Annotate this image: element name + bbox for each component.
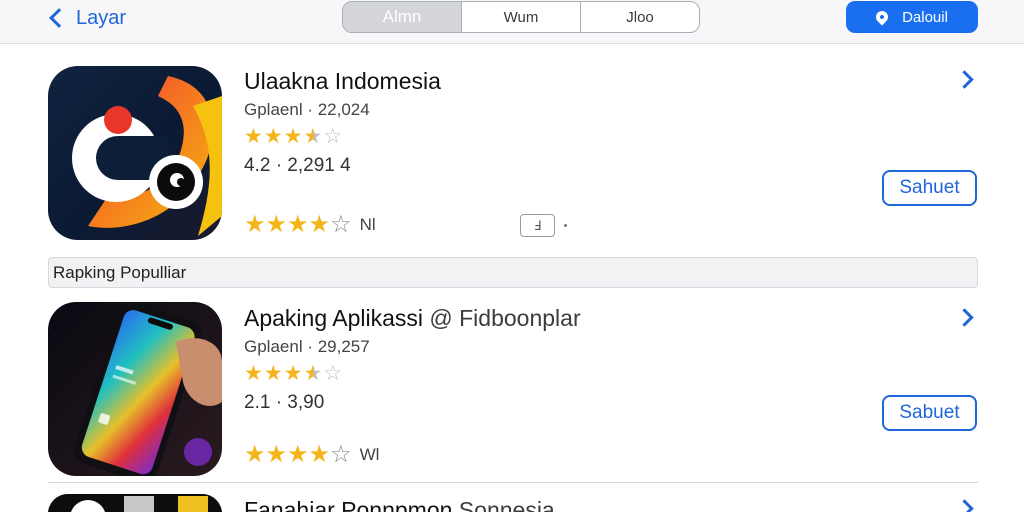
star-icon: ★ — [308, 441, 331, 468]
star-icon: ★ — [265, 211, 288, 238]
app-icon-partial[interactable] — [48, 494, 222, 512]
rating-count: Wl — [359, 445, 380, 464]
download-button[interactable]: Dalouil — [846, 1, 978, 33]
segment-3[interactable]: Jloo — [580, 2, 699, 32]
rating-stars: ★ ★ ★ ★ ☆ Wl — [244, 443, 379, 467]
star-icon: ★ — [263, 125, 283, 148]
rating-stars-small: ★ ★ ★ ★ ☆ — [244, 363, 343, 384]
app-meta: Gplaenl · 22,024 — [244, 100, 370, 119]
get-button[interactable]: Sabuet — [882, 395, 977, 431]
star-icon: ★ — [263, 362, 283, 385]
rating-count: Nl — [359, 215, 376, 234]
pin-icon — [873, 8, 891, 26]
star-icon: ★ — [308, 211, 331, 238]
chevron-right-icon[interactable] — [955, 70, 974, 89]
rating-stars-small: ★ ★ ★ ★ ☆ — [244, 126, 343, 147]
app-stats: 4.2 · 2,291 4 — [244, 155, 351, 176]
star-icon: ★ — [265, 441, 288, 468]
share-icon[interactable]: Ⅎ — [520, 214, 555, 237]
star-icon: ★ — [244, 362, 263, 385]
download-button-label: Dalouil — [902, 8, 948, 26]
back-label: Layar — [76, 6, 127, 29]
segment-1[interactable]: Almn — [343, 2, 461, 32]
app-title[interactable]: Ulaakna Indomesia — [244, 68, 441, 95]
app-meta: Gplaenl · 29,257 — [244, 337, 370, 356]
star-icon: ★ — [244, 211, 266, 238]
star-icon: ★ — [287, 441, 309, 468]
app-title-text: Apaking Aplikassi — [244, 305, 423, 331]
star-empty-icon: ☆ — [330, 441, 352, 468]
chevron-right-icon[interactable] — [955, 308, 974, 327]
app-developer: Sonnesia — [452, 497, 555, 512]
app-title-text: Ulaakna Indomesia — [244, 68, 441, 94]
star-half-icon: ★ — [303, 125, 323, 148]
app-title-text: Fanahiar Ponnpmon — [244, 497, 453, 512]
chevron-right-icon[interactable] — [955, 499, 974, 512]
star-empty-icon: ☆ — [323, 125, 343, 148]
divider — [48, 482, 978, 483]
app-title[interactable]: Fanahiar Ponnpmon Sonnesia — [244, 497, 555, 512]
rating-stars: ★ ★ ★ ★ ☆ Nl — [244, 213, 376, 237]
star-icon: ★ — [283, 362, 303, 385]
chevron-left-icon — [49, 8, 69, 28]
star-icon: ★ — [283, 125, 303, 148]
star-icon: ★ — [287, 211, 309, 238]
star-icon: ★ — [244, 125, 263, 148]
segment-2[interactable]: Wum — [461, 2, 580, 32]
app-stats: 2.1 · 3,90 — [244, 392, 325, 413]
app-logo-icon[interactable] — [48, 66, 222, 240]
star-empty-icon: ☆ — [323, 362, 343, 385]
star-empty-icon: ☆ — [330, 211, 352, 238]
phone-screen-icon[interactable] — [48, 302, 222, 476]
back-button[interactable]: Layar — [46, 4, 126, 32]
dot-separator — [564, 224, 567, 227]
app-title[interactable]: Apaking Aplikassi @ Fidboonplar — [244, 305, 581, 332]
segmented-control: Almn Wum Jloo — [342, 1, 700, 33]
top-navigation-bar: Layar Almn Wum Jloo Dalouil — [0, 0, 1024, 44]
star-half-icon: ★ — [303, 362, 323, 385]
app-developer: @ Fidboonplar — [423, 305, 581, 331]
get-button[interactable]: Sahuet — [882, 170, 977, 206]
section-header: Rapking Populliar — [48, 257, 978, 288]
star-icon: ★ — [244, 441, 266, 468]
